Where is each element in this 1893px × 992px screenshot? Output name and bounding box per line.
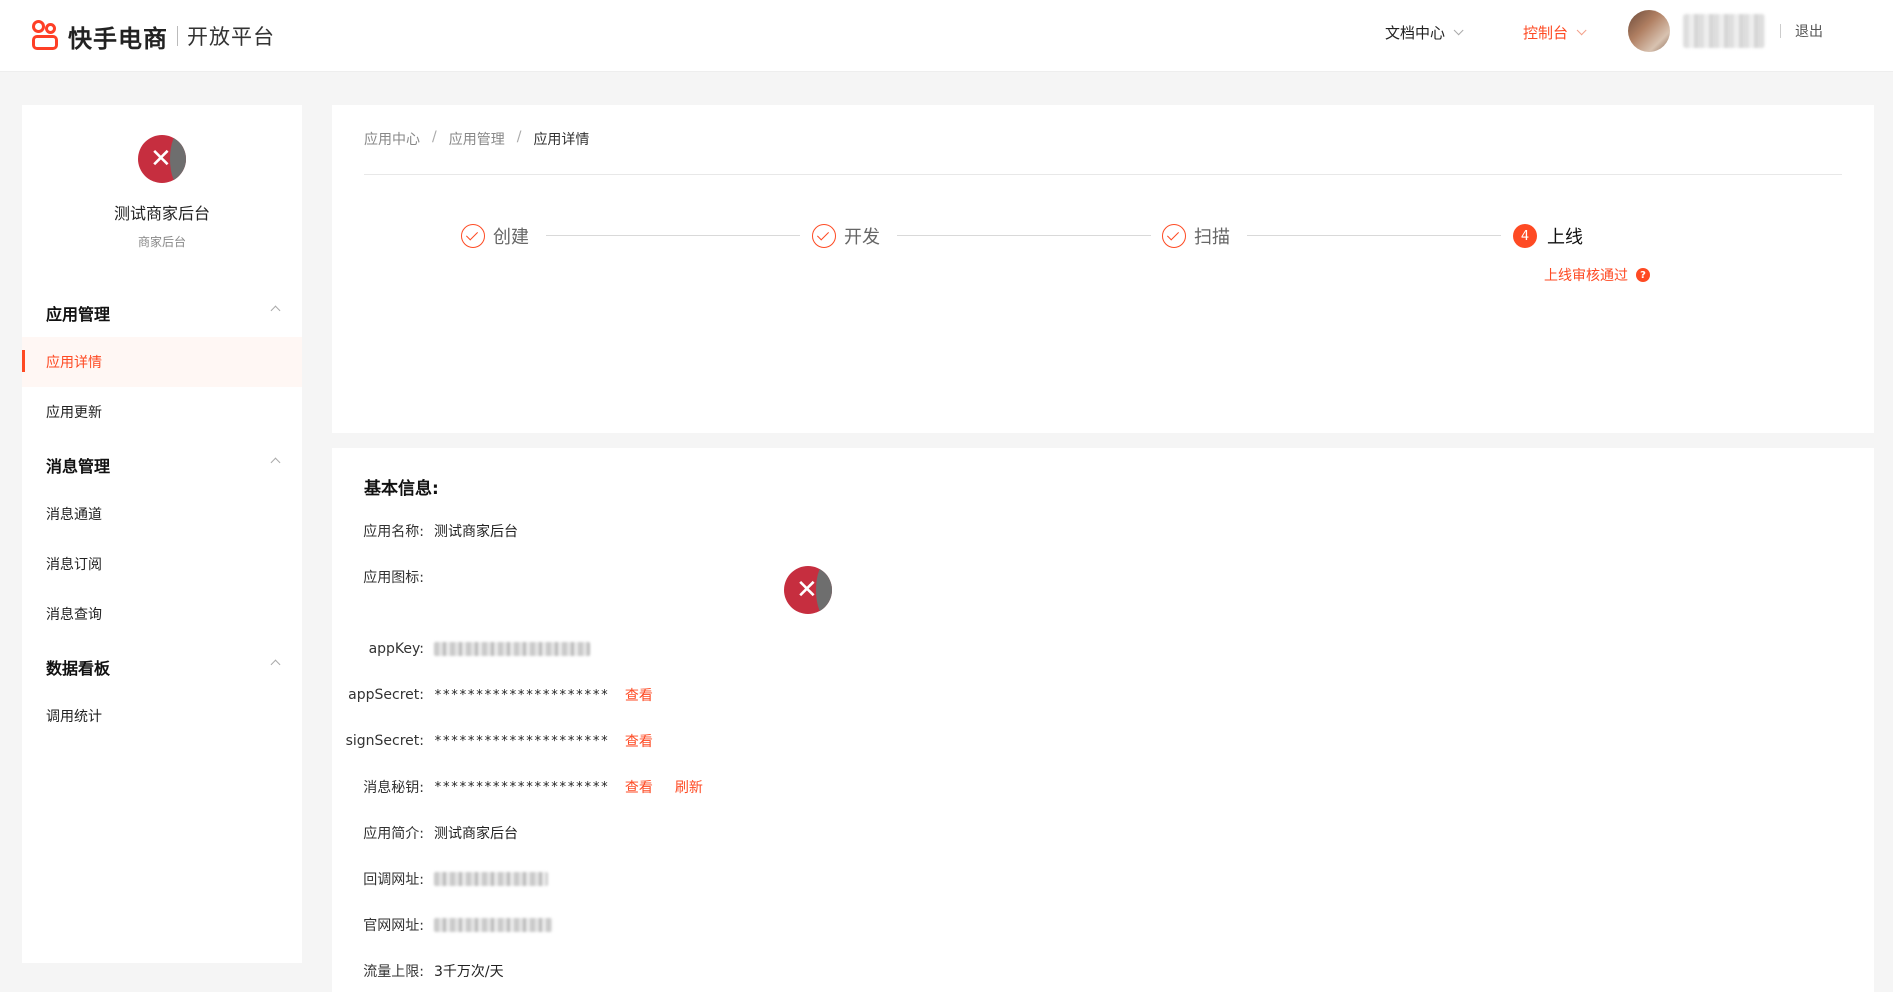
callback-url-blurred (434, 872, 548, 886)
refresh-message-key-link[interactable]: 刷新 (675, 777, 703, 797)
check-circle-icon (1162, 224, 1186, 248)
info-row-message-key: 消息秘钥: ********************* 查看 刷新 (332, 776, 703, 798)
step-scan: 扫描 (1162, 223, 1230, 249)
step-label: 创建 (493, 227, 529, 248)
step-label: 扫描 (1194, 227, 1230, 248)
step-status: 上线审核通过 ? (1544, 265, 1650, 285)
kuaishou-logo-icon (30, 20, 62, 52)
field-label: 流量上限: (363, 964, 424, 980)
chevron-down-icon (1576, 24, 1587, 35)
field-label: 应用简介: (363, 826, 424, 842)
menu-group-message-management[interactable]: 消息管理 (46, 453, 110, 477)
breadcrumb-separator: / (432, 129, 437, 145)
app-logo-icon: ✕ (138, 135, 186, 183)
sidebar-app-subtitle: 商家后台 (137, 235, 186, 249)
field-label: 应用图标: (363, 570, 424, 586)
info-row-app-description: 应用简介: 测试商家后台 (332, 822, 518, 844)
chevron-down-icon (1453, 24, 1464, 35)
field-label: 消息秘钥: (363, 780, 424, 796)
user-name-blurred[interactable] (1683, 14, 1765, 48)
field-label: 官网网址: (363, 918, 424, 934)
info-row-sign-secret: signSecret: ********************* 查看 (332, 730, 653, 752)
header-divider (1780, 24, 1781, 38)
logout-link[interactable]: 退出 (1795, 21, 1823, 41)
brand-logo[interactable]: 快手电商 开放平台 (30, 14, 275, 58)
nav-docs-label: 文档中心 (1385, 23, 1446, 42)
view-sign-secret-link[interactable]: 查看 (625, 731, 653, 751)
step-number-badge: 4 (1513, 224, 1537, 248)
nav-console-label: 控制台 (1523, 23, 1569, 42)
step-online: 4 上线 (1513, 223, 1583, 249)
field-value: 测试商家后台 (434, 524, 518, 540)
info-row-app-key: appKey: (332, 638, 590, 660)
menu-group-app-management[interactable]: 应用管理 (46, 301, 110, 325)
sidebar-app-name: 测试商家后台 (113, 204, 210, 223)
info-row-website-url: 官网网址: (332, 914, 552, 936)
chevron-up-icon[interactable] (270, 305, 281, 316)
breadcrumb-app-center[interactable]: 应用中心 (364, 129, 420, 149)
check-circle-icon (812, 224, 836, 248)
nav-docs-center[interactable]: 文档中心 (1385, 20, 1464, 44)
check-circle-icon (461, 224, 485, 248)
info-row-app-name: 应用名称: 测试商家后台 (332, 520, 518, 542)
step-create: 创建 (461, 223, 529, 249)
field-label: 回调网址: (363, 872, 424, 888)
step-label: 开发 (844, 227, 880, 248)
field-value-masked: ********************* (434, 779, 609, 795)
sidebar: ✕ 测试商家后台 商家后台 应用管理 应用详情 应用更新 消息管理 消息通道 消… (22, 105, 302, 963)
menu-active-indicator (22, 350, 25, 372)
nav-console[interactable]: 控制台 (1523, 20, 1587, 44)
info-row-callback-url: 回调网址: (332, 868, 548, 890)
user-avatar[interactable] (1628, 10, 1670, 52)
step-connector (546, 235, 800, 236)
website-url-blurred (434, 918, 552, 932)
field-label: appKey: (368, 641, 424, 657)
brand-name: 快手电商 (68, 24, 168, 53)
breadcrumb: 应用中心 / 应用管理 / 应用详情 (364, 129, 589, 149)
section-title: 基本信息: (364, 479, 439, 499)
view-message-key-link[interactable]: 查看 (625, 777, 653, 797)
brand-divider (177, 26, 178, 46)
top-header: 快手电商 开放平台 文档中心 控制台 退出 (0, 0, 1893, 72)
field-label: 应用名称: (363, 524, 424, 540)
chevron-up-icon[interactable] (270, 457, 281, 468)
info-row-app-icon: 应用图标: (332, 566, 434, 588)
step-status-text: 上线审核通过 (1544, 268, 1628, 284)
step-connector (1247, 235, 1501, 236)
breadcrumb-separator: / (516, 129, 522, 145)
sidebar-item-app-update[interactable]: 应用更新 (46, 402, 102, 422)
breadcrumb-divider (364, 174, 1842, 175)
field-value: 3千万次/天 (434, 964, 504, 980)
field-label: appSecret: (348, 687, 424, 703)
field-value: 测试商家后台 (434, 826, 518, 842)
view-app-secret-link[interactable]: 查看 (625, 685, 653, 705)
sidebar-item-message-query[interactable]: 消息查询 (46, 604, 102, 624)
field-label: signSecret: (345, 733, 424, 749)
field-value-masked: ********************* (434, 687, 609, 703)
field-value-masked: ********************* (434, 733, 609, 749)
breadcrumb-app-detail: 应用详情 (533, 132, 590, 148)
app-icon-image: ✕ (784, 566, 832, 614)
sidebar-item-message-subscription[interactable]: 消息订阅 (46, 554, 102, 574)
step-connector (897, 235, 1151, 236)
step-develop: 开发 (812, 223, 880, 249)
step-label: 上线 (1547, 227, 1583, 248)
breadcrumb-app-management[interactable]: 应用管理 (449, 129, 505, 149)
sidebar-item-message-channel[interactable]: 消息通道 (46, 504, 102, 524)
progress-panel: 应用中心 / 应用管理 / 应用详情 创建 开发 扫描 4 上线 上线审核通过 … (332, 105, 1874, 433)
brand-subtitle: 开放平台 (187, 25, 275, 49)
info-row-traffic-limit: 流量上限: 3千万次/天 (332, 960, 504, 982)
menu-group-data-dashboard[interactable]: 数据看板 (46, 655, 110, 679)
question-circle-icon[interactable]: ? (1636, 268, 1650, 282)
chevron-up-icon[interactable] (270, 659, 281, 670)
app-key-blurred (434, 642, 590, 656)
basic-info-panel: 基本信息: 应用名称: 测试商家后台 应用图标: ✕ appKey: appSe… (332, 448, 1874, 992)
info-row-app-secret: appSecret: ********************* 查看 (332, 684, 653, 706)
sidebar-item-app-detail[interactable]: 应用详情 (46, 352, 102, 372)
sidebar-item-call-statistics[interactable]: 调用统计 (46, 706, 102, 726)
